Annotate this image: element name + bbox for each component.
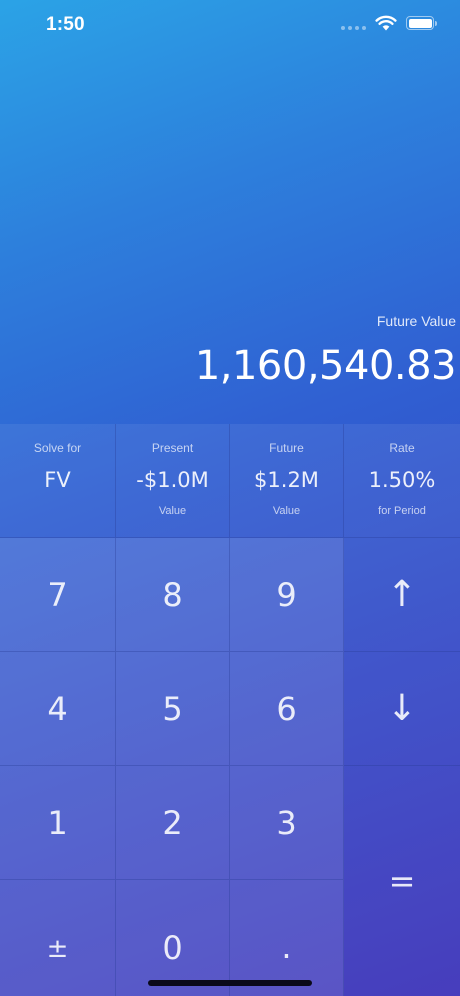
- arrow-up-icon: ↑: [386, 574, 418, 615]
- plus-minus-icon: ±: [46, 934, 69, 964]
- key-4[interactable]: 4: [0, 652, 116, 766]
- key-6[interactable]: 6: [230, 652, 344, 766]
- wifi-icon: [375, 15, 397, 31]
- variable-top-label: Present: [151, 441, 194, 455]
- signal-icon: [341, 16, 366, 30]
- key-label: 9: [276, 575, 297, 614]
- keypad: Solve for FV Present -$1.0M Value Future…: [0, 424, 460, 996]
- future-value-field[interactable]: Future $1.2M Value: [230, 424, 344, 538]
- variable-bottom-label: Value: [158, 505, 187, 517]
- present-value-field[interactable]: Present -$1.0M Value: [116, 424, 230, 538]
- key-label: 5: [162, 689, 183, 728]
- key-label: 3: [276, 803, 297, 842]
- home-indicator[interactable]: [148, 980, 312, 986]
- key-7[interactable]: 7: [0, 538, 116, 652]
- variable-top-label: Future: [269, 441, 304, 455]
- battery-icon: [406, 16, 437, 30]
- solve-for-selector[interactable]: Solve for FV: [0, 424, 116, 538]
- key-3[interactable]: 3: [230, 766, 344, 880]
- variable-bottom-label: for Period: [378, 505, 426, 517]
- up-arrow-button[interactable]: ↑: [344, 538, 460, 652]
- key-label: 7: [47, 575, 68, 614]
- variable-bottom-label: Value: [272, 505, 301, 517]
- key-label: 4: [47, 689, 68, 728]
- key-label: 0: [162, 929, 183, 967]
- status-bar: 1:50: [0, 0, 460, 52]
- variable-value: -$1.0M: [136, 468, 209, 492]
- key-9[interactable]: 9: [230, 538, 344, 652]
- status-time: 1:50: [46, 14, 85, 35]
- variable-top-label: Rate: [389, 441, 415, 455]
- key-label: 8: [162, 575, 183, 614]
- key-label: 2: [162, 803, 183, 842]
- key-2[interactable]: 2: [116, 766, 230, 880]
- equals-button[interactable]: =: [344, 766, 460, 996]
- rate-field[interactable]: Rate 1.50% for Period: [344, 424, 460, 538]
- arrow-down-icon: ↓: [386, 688, 418, 729]
- display-label: Future Value: [376, 313, 456, 329]
- status-icons: [341, 15, 437, 31]
- equals-icon: =: [388, 862, 416, 900]
- decimal-button[interactable]: .: [230, 880, 344, 996]
- variable-value: $1.2M: [254, 468, 319, 492]
- key-8[interactable]: 8: [116, 538, 230, 652]
- key-1[interactable]: 1: [0, 766, 116, 880]
- key-label: 6: [276, 689, 297, 728]
- display-value: 1,160,540.83: [194, 343, 457, 389]
- decimal-point-icon: .: [281, 928, 292, 966]
- variable-value: 1.50%: [368, 468, 436, 492]
- variable-top-label: Solve for: [33, 441, 82, 455]
- key-label: 1: [47, 803, 68, 842]
- key-0[interactable]: 0: [116, 880, 230, 996]
- down-arrow-button[interactable]: ↓: [344, 652, 460, 766]
- key-5[interactable]: 5: [116, 652, 230, 766]
- variable-value: FV: [44, 468, 71, 492]
- plus-minus-button[interactable]: ±: [0, 880, 116, 996]
